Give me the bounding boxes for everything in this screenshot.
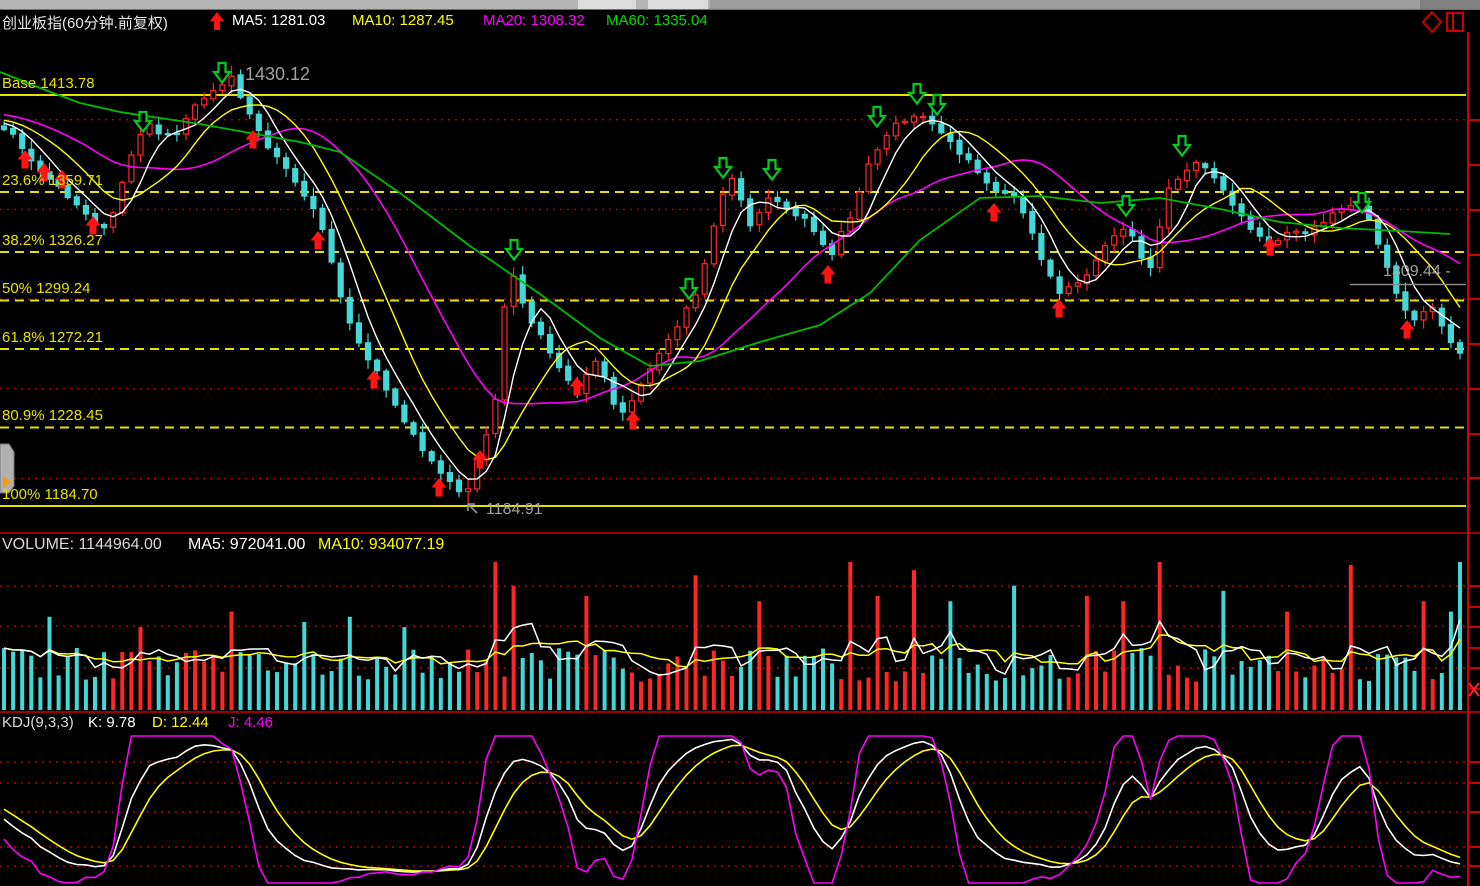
stock-chart-app: 创业板指(60分钟.前复权) MA5: 1281.03 MA10: 1287.4…	[0, 0, 1480, 886]
chart-canvas[interactable]	[0, 0, 1480, 886]
last-price-annotation: 1309.44 -	[1383, 263, 1451, 281]
low-price-annotation: 1184.91	[486, 501, 543, 519]
volume-value-label: VOLUME: 1144964.00	[2, 536, 162, 554]
fib-label-base: Base 1413.78	[2, 75, 95, 92]
volume-ma10-label: MA10: 934077.19	[318, 536, 444, 554]
fib-label-80-9: 80.9% 1228.45	[2, 407, 103, 424]
kdj-j-label: J: 4.46	[228, 714, 273, 731]
peak-price-annotation: 1430.12	[245, 64, 310, 85]
fib-label-38-2: 38.2% 1326.27	[2, 232, 103, 249]
fib-label-100: 100% 1184.70	[2, 486, 98, 503]
kdj-k-label: K: 9.78	[88, 714, 136, 731]
fib-label-50: 50% 1299.24	[2, 280, 90, 297]
fib-label-61-8: 61.8% 1272.21	[2, 329, 103, 346]
kdj-d-label: D: 12.44	[152, 714, 209, 731]
fib-label-23-6: 23.6% 1359.71	[2, 172, 103, 189]
volume-ma5-label: MA5: 972041.00	[188, 536, 305, 554]
kdj-title-label: KDJ(9,3,3)	[2, 714, 74, 731]
